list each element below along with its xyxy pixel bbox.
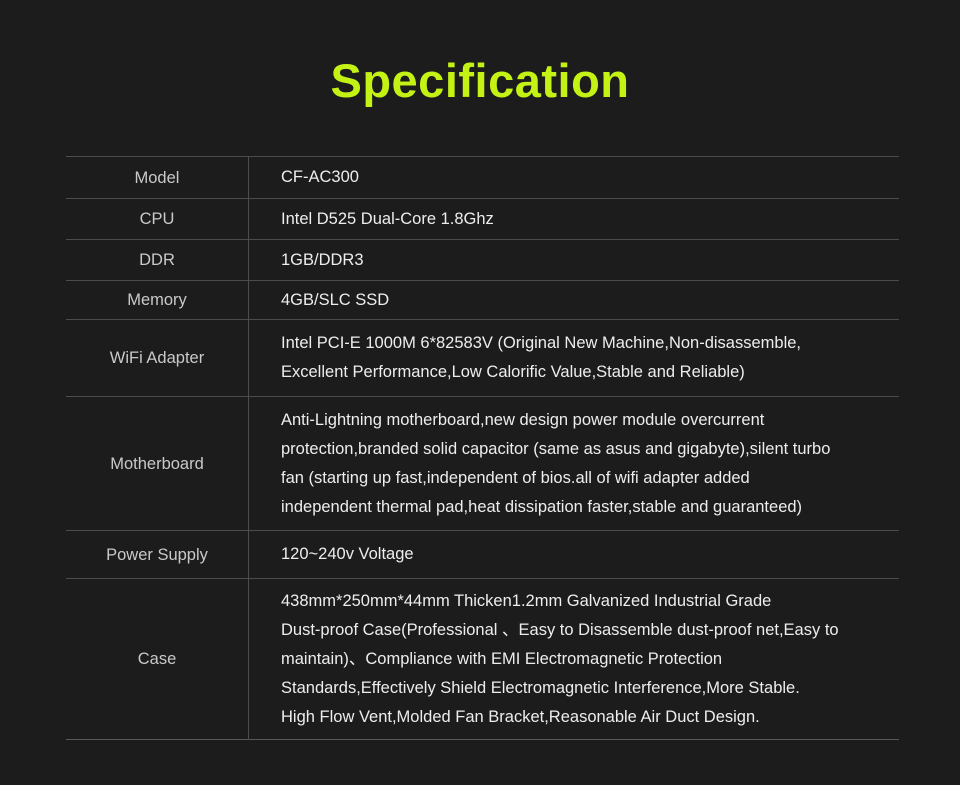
spec-label-memory: Memory	[66, 280, 249, 320]
spec-value-motherboard: Anti-Lightning motherboard,new design po…	[249, 397, 900, 531]
value-line: 1GB/DDR3	[281, 250, 364, 269]
specification-table-body: Model CF-AC300 CPU Intel D525 Dual-Core …	[66, 156, 900, 740]
table-row: Motherboard Anti-Lightning motherboard,n…	[66, 396, 900, 531]
specification-page: Specification Model CF-AC300 CPU Intel D…	[0, 0, 960, 785]
value-line: Excellent Performance,Low Calorific Valu…	[281, 363, 745, 381]
spec-value-power-supply: 120~240v Voltage	[249, 531, 900, 579]
spec-label-motherboard: Motherboard	[66, 396, 249, 531]
value-line: fan (starting up fast,independent of bio…	[281, 468, 750, 487]
table-row: Model CF-AC300	[66, 156, 900, 199]
spec-label-wifi-adapter: WiFi Adapter	[66, 319, 249, 397]
page-title: Specification	[330, 54, 630, 107]
value-line: Standards,Effectively Shield Electromagn…	[281, 678, 800, 697]
table-row: DDR 1GB/DDR3	[66, 239, 900, 281]
value-line: Anti-Lightning motherboard,new design po…	[281, 410, 765, 429]
value-line: Intel D525 Dual-Core 1.8Ghz	[281, 209, 494, 228]
value-line: 120~240v Voltage	[281, 545, 414, 563]
value-line: independent thermal pad,heat dissipation…	[281, 497, 803, 516]
specification-table: Model CF-AC300 CPU Intel D525 Dual-Core …	[66, 156, 899, 740]
spec-label-power-supply: Power Supply	[66, 530, 249, 579]
table-row: Memory 4GB/SLC SSD	[66, 280, 900, 320]
table-row: WiFi Adapter Intel PCI-E 1000M 6*82583V …	[66, 319, 900, 397]
spec-value-ddr: 1GB/DDR3	[249, 240, 900, 281]
value-line: High Flow Vent,Molded Fan Bracket,Reason…	[281, 707, 760, 726]
spec-label-ddr: DDR	[66, 239, 249, 281]
value-line: 4GB/SLC SSD	[281, 290, 390, 309]
spec-label-cpu: CPU	[66, 198, 249, 240]
value-line: Dust-proof Case(Professional 、Easy to Di…	[281, 620, 839, 639]
value-line: Intel PCI-E 1000M 6*82583V (Original New…	[281, 334, 801, 352]
table-row: Case 438mm*250mm*44mm Thicken1.2mm Galva…	[66, 578, 900, 740]
table-row: CPU Intel D525 Dual-Core 1.8Ghz	[66, 198, 900, 240]
spec-value-memory: 4GB/SLC SSD	[249, 281, 900, 320]
spec-value-wifi-adapter: Intel PCI-E 1000M 6*82583V (Original New…	[249, 320, 900, 397]
value-line: protection,branded solid capacitor (same…	[281, 439, 831, 458]
value-line: CF-AC300	[281, 168, 359, 186]
value-line: maintain)、Compliance with EMI Electromag…	[281, 649, 723, 668]
spec-value-case: 438mm*250mm*44mm Thicken1.2mm Galvanized…	[249, 579, 900, 740]
spec-value-cpu: Intel D525 Dual-Core 1.8Ghz	[249, 199, 900, 240]
value-line: 438mm*250mm*44mm Thicken1.2mm Galvanized…	[281, 591, 772, 610]
spec-value-model: CF-AC300	[249, 157, 900, 199]
spec-label-model: Model	[66, 156, 249, 199]
spec-label-case: Case	[66, 578, 249, 740]
table-row: Power Supply 120~240v Voltage	[66, 530, 900, 579]
